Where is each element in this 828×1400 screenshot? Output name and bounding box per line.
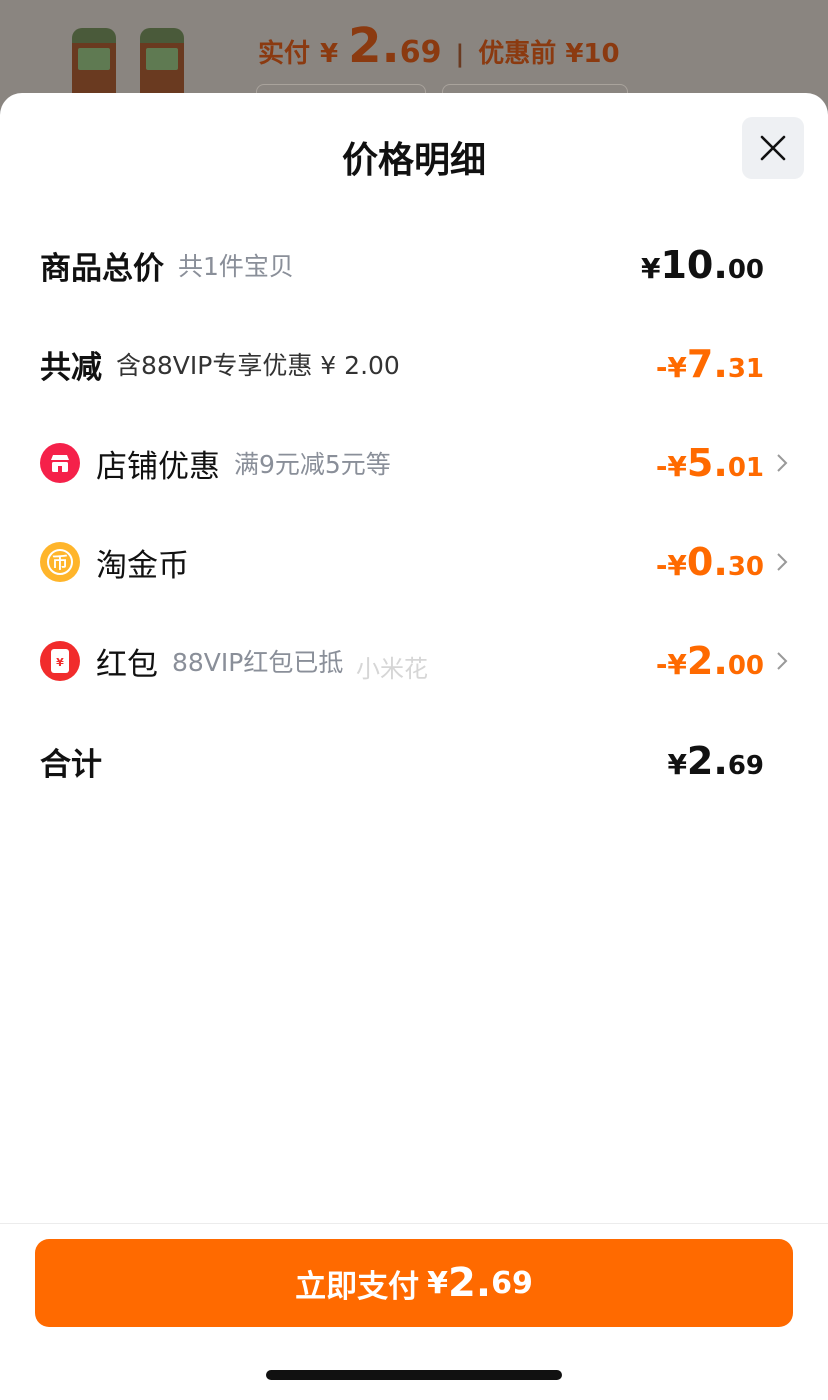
amount-decimal: 30 (727, 552, 764, 582)
row-amount: ¥ 2. 69 (667, 739, 764, 783)
row-sub: 共1件宝贝 (178, 252, 294, 281)
amount-decimal: 00 (727, 651, 764, 681)
price-detail-sheet: 价格明细 商品总价 共1件宝贝 ¥ 10. 00 共减 含88VIP专享优惠 ¥… (0, 93, 828, 1400)
row-sub: 含88VIP专享优惠 ¥ 2.00 (116, 351, 400, 380)
amount-sign: -¥ (655, 549, 687, 582)
row-item-total: 商品总价 共1件宝贝 ¥ 10. 00 (40, 235, 788, 295)
amount-sign: -¥ (655, 648, 687, 681)
close-icon (760, 135, 786, 161)
watermark: 小米花 (356, 655, 428, 683)
amount-sign: ¥ (667, 748, 687, 781)
amount-decimal: 01 (727, 453, 764, 483)
row-label: 共减 (40, 349, 102, 386)
row-taojinbi[interactable]: 币 淘金币 -¥ 0. 30 (40, 532, 788, 592)
amount-integer: 5. (686, 441, 728, 485)
row-shop-discount[interactable]: 店铺优惠 满9元减5元等 -¥ 5. 01 (40, 433, 788, 493)
row-sub: 88VIP红包已抵 (172, 648, 344, 677)
row-label: 商品总价 (40, 250, 164, 287)
pay-label: 实付 (258, 39, 311, 69)
row-sub: 满9元减5元等 (234, 450, 391, 479)
footer-divider (0, 1223, 828, 1224)
amount-integer: 10. (660, 243, 728, 287)
chevron-right-icon (764, 646, 788, 676)
close-button[interactable] (742, 117, 804, 179)
row-amount: -¥ 5. 01 (656, 441, 764, 485)
row-label: 淘金币 (96, 547, 189, 584)
original-price: 优惠前 ¥10 (478, 39, 620, 69)
pay-button-decimal: 69 (491, 1265, 533, 1301)
amount-sign: -¥ (655, 450, 687, 483)
amount-decimal: 69 (727, 751, 764, 781)
row-sum: 合计 ¥ 2. 69 (40, 731, 788, 791)
chevron-right-icon (764, 448, 788, 478)
background-price: 实付 ¥ 2.69 | 优惠前 ¥10 (258, 22, 620, 70)
chevron-right-icon (764, 547, 788, 577)
coin-icon: 币 (40, 542, 80, 582)
svg-text:币: 币 (52, 553, 68, 572)
row-total-reduced: 共减 含88VIP专享优惠 ¥ 2.00 -¥ 7. 31 (40, 334, 788, 394)
amount-integer: 2. (686, 739, 728, 783)
red-packet-icon: ¥ (40, 641, 80, 681)
row-label: 合计 (40, 746, 102, 783)
amount-integer: 0. (686, 540, 728, 584)
svg-text:¥: ¥ (56, 656, 64, 669)
amount-decimal: 00 (727, 255, 764, 285)
price-integer: 2. (348, 18, 400, 74)
amount-sign: -¥ (655, 351, 687, 384)
price-currency: ¥ (320, 39, 339, 69)
amount-sign: ¥ (641, 252, 661, 285)
pay-button-label: 立即支付 (295, 1268, 420, 1305)
row-amount: -¥ 2. 00 (656, 639, 764, 683)
amount-integer: 2. (686, 639, 728, 683)
price-decimal: 69 (399, 35, 442, 70)
home-indicator[interactable] (266, 1370, 562, 1380)
amount-decimal: 31 (727, 354, 764, 384)
row-amount: -¥ 7. 31 (656, 342, 764, 386)
price-separator: | (455, 40, 465, 68)
pay-now-button[interactable]: 立即支付 ¥ 2. 69 (35, 1239, 793, 1327)
row-label: 红包 (96, 646, 158, 683)
row-amount: ¥ 10. 00 (641, 243, 764, 287)
sheet-title: 价格明细 (341, 140, 486, 181)
amount-integer: 7. (686, 342, 728, 386)
pay-button-integer: 2. (448, 1260, 492, 1306)
row-amount: -¥ 0. 30 (656, 540, 764, 584)
row-label: 店铺优惠 (96, 448, 220, 485)
pay-button-currency: ¥ (427, 1265, 449, 1301)
store-icon (40, 443, 80, 483)
